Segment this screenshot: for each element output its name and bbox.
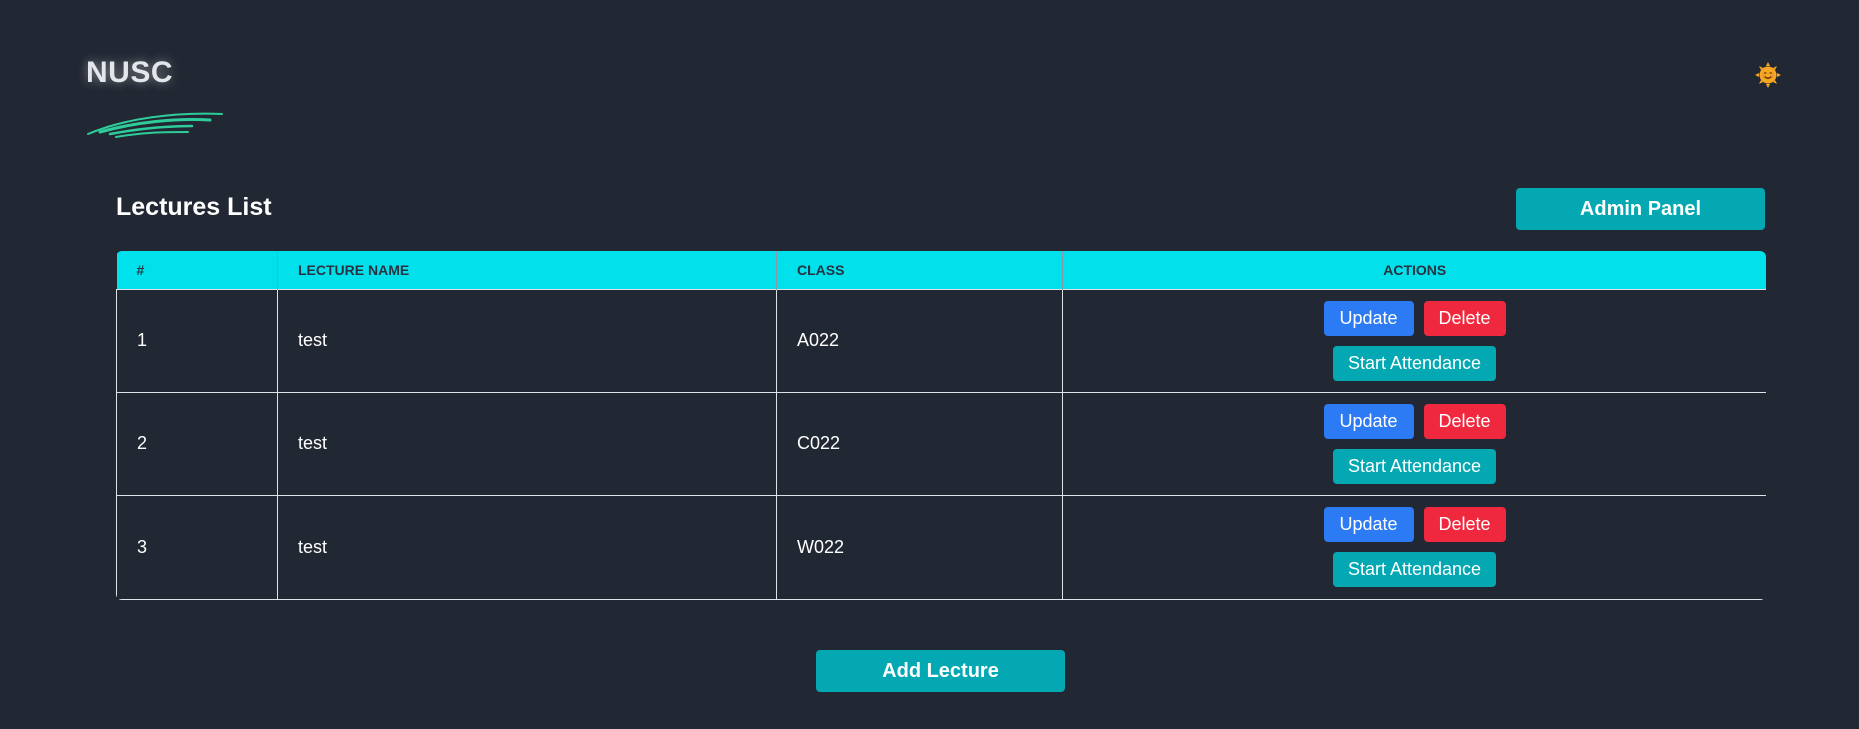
table-row: 1 test A022 Update Delete Start Attendan… xyxy=(116,288,1766,393)
brand-logo[interactable]: NUSC xyxy=(86,56,223,138)
cell-number: 3 xyxy=(116,494,278,600)
cell-class: C022 xyxy=(776,391,1063,496)
cell-class: W022 xyxy=(776,494,1063,600)
update-button[interactable]: Update xyxy=(1323,507,1414,542)
update-button[interactable]: Update xyxy=(1323,403,1414,439)
brand-swoosh-icon xyxy=(87,112,223,138)
cell-number: 1 xyxy=(116,288,278,393)
cell-lecture-name: test xyxy=(277,494,777,600)
lectures-table: # LECTURE NAME CLASS ACTIONS 1 test A022… xyxy=(116,251,1766,600)
table-row: 2 test C022 Update Delete Start Attendan… xyxy=(116,391,1766,496)
column-header-actions: ACTIONS xyxy=(1062,251,1766,289)
column-header-number: # xyxy=(116,251,278,289)
delete-button[interactable]: Delete xyxy=(1423,403,1506,439)
table-header-row: # LECTURE NAME CLASS ACTIONS xyxy=(116,251,1766,289)
theme-toggle-icon[interactable] xyxy=(1755,62,1781,88)
page-title: Lectures List xyxy=(116,193,272,221)
cell-actions: Update Delete Start Attendance xyxy=(1062,288,1766,393)
add-lecture-button[interactable]: Add Lecture xyxy=(816,650,1065,692)
cell-actions: Update Delete Start Attendance xyxy=(1062,494,1766,600)
smiling-sun-icon xyxy=(1755,62,1781,88)
admin-panel-button[interactable]: Admin Panel xyxy=(1516,188,1765,230)
column-header-class: CLASS xyxy=(776,251,1063,289)
cell-lecture-name: test xyxy=(277,391,777,496)
column-header-lecture-name: LECTURE NAME xyxy=(277,251,777,289)
start-attendance-button[interactable]: Start Attendance xyxy=(1333,448,1496,484)
cell-actions: Update Delete Start Attendance xyxy=(1062,391,1766,496)
delete-button[interactable]: Delete xyxy=(1423,300,1506,336)
cell-class: A022 xyxy=(776,288,1063,393)
update-button[interactable]: Update xyxy=(1323,300,1414,336)
cell-lecture-name: test xyxy=(277,288,777,393)
start-attendance-button[interactable]: Start Attendance xyxy=(1333,345,1496,381)
table-row: 3 test W022 Update Delete Start Attendan… xyxy=(116,494,1766,600)
cell-number: 2 xyxy=(116,391,278,496)
start-attendance-button[interactable]: Start Attendance xyxy=(1333,552,1496,587)
delete-button[interactable]: Delete xyxy=(1423,507,1506,542)
brand-title: NUSC xyxy=(86,56,174,89)
